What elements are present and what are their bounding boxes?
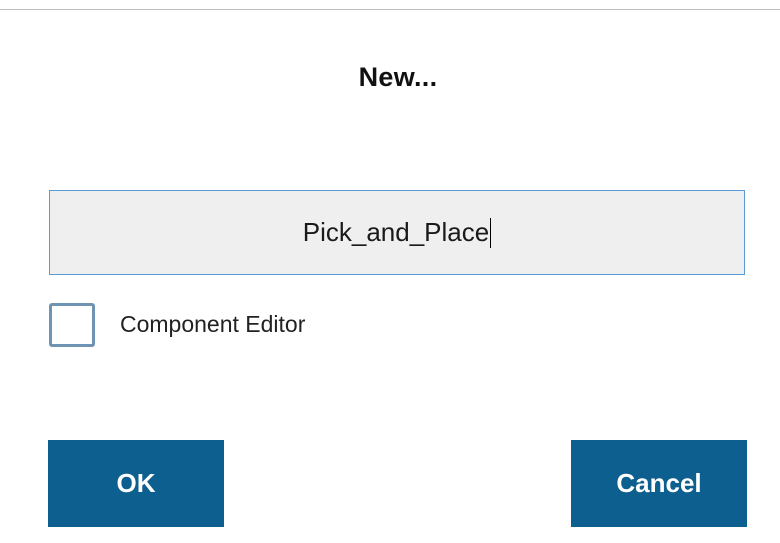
dialog-top-border (0, 9, 780, 10)
new-dialog: New... Pick_and_Place Component Editor O… (0, 0, 780, 543)
component-editor-label[interactable]: Component Editor (120, 311, 305, 338)
ok-button[interactable]: OK (48, 440, 224, 527)
component-editor-checkbox[interactable] (49, 303, 95, 347)
dialog-title: New... (358, 62, 438, 92)
name-input[interactable]: Pick_and_Place (49, 190, 745, 275)
text-caret (490, 217, 492, 248)
name-input-value: Pick_and_Place (302, 217, 490, 247)
cancel-button[interactable]: Cancel (571, 440, 747, 527)
